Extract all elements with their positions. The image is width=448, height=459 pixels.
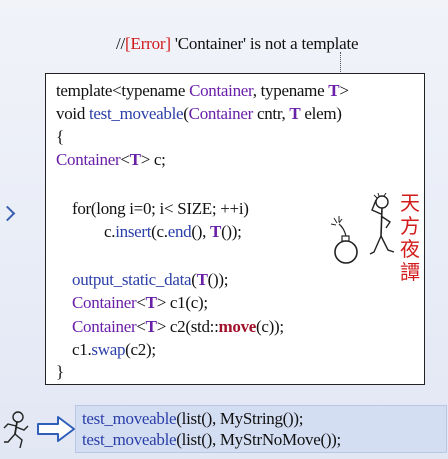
code-line: for(long i=0; i< SIZE; ++i)	[72, 199, 249, 219]
code-token: test_moveable	[88, 104, 184, 123]
code-token: }	[56, 362, 64, 381]
bomb-icon	[330, 216, 358, 264]
error-tag: [Error]	[125, 34, 171, 53]
code-token: c.	[104, 222, 116, 241]
code-token: T	[145, 293, 157, 312]
code-token: Container	[188, 104, 254, 123]
code-token: T	[210, 222, 222, 241]
running-person-icon	[3, 411, 29, 449]
code-token: T	[129, 150, 141, 169]
code-token: T	[328, 81, 340, 100]
code-line: c1.swap(c2);	[72, 340, 156, 360]
code-token: , typename	[252, 81, 329, 100]
code-token: for(long i=0; i< SIZE; ++i)	[72, 199, 249, 218]
call-token: (list(), MyString());	[176, 409, 304, 428]
code-token: (c.	[151, 222, 168, 241]
code-token: template<typename	[56, 81, 190, 100]
code-line: {	[56, 127, 64, 147]
code-token: end	[167, 222, 192, 241]
call-line: test_moveable(list(), MyString());	[82, 409, 303, 429]
code-line: Container<T> c;	[56, 150, 166, 170]
code-line: Container<T> c2(std::move(c));	[72, 317, 284, 337]
stamp-char: 天	[400, 191, 420, 215]
code-token: cntr,	[253, 104, 290, 123]
error-message: 'Container' is not a template	[170, 34, 359, 53]
code-token: output_static_data	[72, 270, 192, 289]
code-token: c1.	[72, 340, 92, 359]
code-token: ());	[207, 270, 229, 289]
chevron-right-icon	[0, 205, 16, 222]
code-token: <	[136, 317, 146, 336]
call-token: test_moveable	[82, 409, 177, 428]
code-token: <	[136, 293, 146, 312]
code-line: template<typename Container, typename T>	[56, 81, 349, 101]
call-line: test_moveable(list(), MyStrNoMove());	[82, 430, 341, 450]
code-token: (c));	[256, 317, 284, 336]
code-token: > c1(c);	[156, 293, 208, 312]
code-token: insert	[115, 222, 152, 241]
stamp-char: 方	[400, 214, 420, 238]
code-token: > c;	[140, 150, 166, 169]
code-token: > c2(std::	[156, 317, 219, 336]
code-token: Container	[72, 317, 137, 336]
code-token: {	[56, 127, 64, 146]
right-arrow-icon	[37, 416, 75, 442]
code-line: void test_moveable(Container cntr, T ele…	[56, 104, 342, 124]
stamp-char: 譚	[400, 260, 420, 284]
code-line: }	[56, 362, 64, 382]
code-token: elem)	[300, 104, 342, 123]
code-token: >	[339, 81, 349, 100]
code-token: T	[289, 104, 301, 123]
code-token: move	[218, 317, 257, 336]
error-annotation: //[Error] 'Container' is not a template	[116, 34, 359, 54]
comment-prefix: //	[116, 34, 126, 53]
thinking-person-icon	[369, 192, 395, 255]
code-token: T	[196, 270, 208, 289]
code-token: swap	[91, 340, 126, 359]
code-token: void	[56, 104, 89, 123]
code-token: Container	[189, 81, 253, 100]
stamp-tianfangyetan: 天 方 夜 譚	[397, 192, 423, 284]
code-line: Container<T> c1(c);	[72, 293, 208, 313]
code-token: Container	[72, 293, 137, 312]
code-line: output_static_data(T());	[72, 270, 228, 290]
code-token: T	[145, 317, 157, 336]
stamp-char: 夜	[400, 237, 420, 261]
call-token: (list(), MyStrNoMove());	[176, 430, 341, 449]
code-token: <	[120, 150, 130, 169]
code-token: (),	[191, 222, 211, 241]
code-token: (c2);	[125, 340, 156, 359]
code-token: Container	[56, 150, 121, 169]
code-token: ());	[221, 222, 242, 241]
call-token: test_moveable	[82, 430, 177, 449]
code-line: c.insert(c.end(), T());	[104, 222, 242, 242]
